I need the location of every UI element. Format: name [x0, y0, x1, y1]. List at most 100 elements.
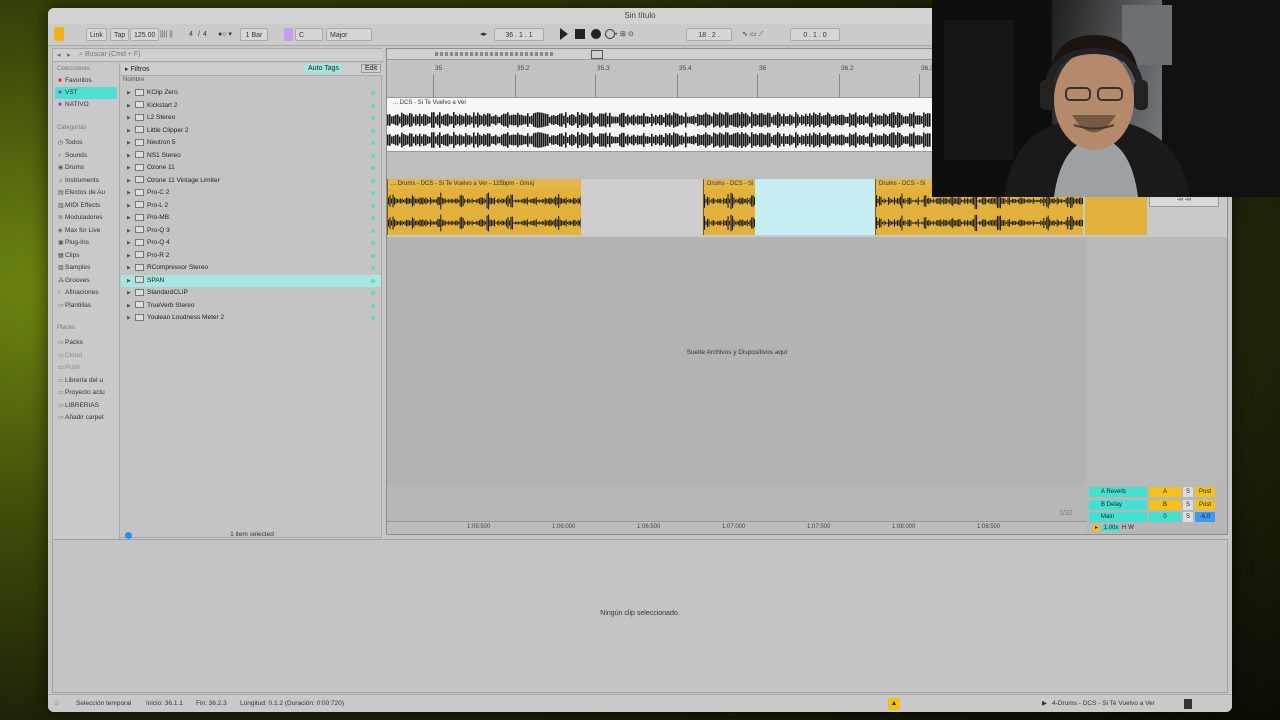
collection-vst[interactable]: ■ VST	[55, 87, 117, 99]
return-track-2[interactable]: Main 0 S -6.0	[1087, 511, 1227, 523]
stop-icon[interactable]	[575, 29, 585, 39]
record-icon[interactable]	[591, 29, 601, 39]
category-11[interactable]: ⁂Grooves	[55, 275, 117, 287]
link-button[interactable]: Link	[86, 28, 107, 41]
category-6[interactable]: ≋ Moduladores	[55, 212, 117, 224]
collection-favorites[interactable]: ■ Favoritos	[55, 75, 117, 87]
edit-button[interactable]: Edit	[361, 64, 382, 73]
drums-clip-2[interactable]: Drums - DCS - Si	[703, 179, 755, 235]
browser-item[interactable]: ▶ StandardCLIP	[121, 287, 381, 300]
post-button[interactable]: -6.0	[1195, 512, 1215, 522]
follow-icon[interactable]: ◂▸	[480, 28, 487, 41]
arrangement-position[interactable]: 36 . 1 . 1	[494, 28, 544, 41]
collection-nativo[interactable]: ■ NATIVO	[55, 99, 117, 111]
warning-icon[interactable]: ▲	[888, 698, 900, 710]
solo-button[interactable]: S	[1183, 512, 1193, 522]
signature-denominator[interactable]: 4	[200, 28, 210, 41]
solo-button[interactable]: S	[1183, 487, 1193, 497]
loop-start-field[interactable]: 18 . 2 .	[686, 28, 732, 41]
time-ruler[interactable]: 1:05:500 1:06:000 1:06:500 1:07:000 1:07:500…	[387, 521, 1087, 534]
info-icon[interactable]	[125, 532, 132, 539]
browser-item[interactable]: ▶ Youlean Loudness Meter 2	[121, 312, 381, 325]
place-0[interactable]: ▭Packs	[55, 337, 117, 349]
place-1[interactable]: ▭Cloud	[55, 350, 117, 362]
expand-arrow-icon[interactable]: ▶	[127, 187, 135, 200]
metro-bars-icon[interactable]: |||| ||	[160, 28, 173, 41]
tap-button[interactable]: Tap	[110, 28, 130, 41]
browser-item[interactable]: ▶ Pro-Q 4	[121, 237, 381, 250]
return-activator[interactable]: A	[1149, 487, 1181, 497]
expand-arrow-icon[interactable]: ▶	[127, 175, 135, 188]
expand-arrow-icon[interactable]: ▶	[127, 250, 135, 263]
expand-arrow-icon[interactable]: ▶	[127, 112, 135, 125]
expand-arrow-icon[interactable]: ▶	[127, 200, 135, 213]
forward-icon[interactable]: ▸	[67, 51, 71, 59]
browser-item[interactable]: ▶ Little Clipper 2	[121, 125, 381, 138]
category-8[interactable]: ▣Plug-Ins	[55, 237, 117, 249]
scale-mode-icon[interactable]	[284, 28, 293, 41]
tempo-field[interactable]: 125.00	[130, 28, 160, 41]
category-10[interactable]: ▧Samples	[55, 262, 117, 274]
metronome-icon[interactable]: ●○ ▾	[218, 28, 232, 41]
auto-tags-button[interactable]: Auto Tags	[305, 64, 343, 73]
solo-button[interactable]: S	[1183, 499, 1193, 510]
expand-arrow-icon[interactable]: ▶	[127, 212, 135, 225]
return-activator[interactable]: 0	[1149, 512, 1181, 522]
signature-numerator[interactable]: 4	[186, 28, 196, 41]
scale-select[interactable]: Major	[326, 28, 372, 41]
browser-item[interactable]: ▶ Pro-MB	[121, 212, 381, 225]
back-icon[interactable]: ◂	[57, 51, 61, 59]
place-6[interactable]: ▭Añadir carpet	[55, 412, 117, 424]
return-activator[interactable]: B	[1149, 499, 1181, 510]
expand-arrow-icon[interactable]: ▶	[127, 262, 135, 275]
browser-item[interactable]: ▶ Pro-C 2	[121, 187, 381, 200]
expand-arrow-icon[interactable]: ▶	[127, 87, 135, 100]
expand-arrow-icon[interactable]: ▶	[127, 125, 135, 138]
category-5[interactable]: ▥MIDI Effects	[55, 200, 117, 212]
expand-arrow-icon[interactable]: ▶	[127, 287, 135, 300]
category-1[interactable]: ♪ Sounds	[55, 150, 117, 162]
place-5[interactable]: ▭LIBRERIAS	[55, 400, 117, 412]
post-button[interactable]: Post	[1195, 499, 1215, 510]
browser-item[interactable]: ▶ Neutron 5	[121, 137, 381, 150]
expand-arrow-icon[interactable]: ▶	[127, 275, 135, 288]
play-track-icon[interactable]: ▶	[1042, 695, 1047, 712]
expand-arrow-icon[interactable]: ▶	[127, 162, 135, 175]
app-menu-icon[interactable]	[54, 27, 64, 41]
play-icon[interactable]	[560, 28, 568, 40]
category-9[interactable]: ▦Clips	[55, 250, 117, 262]
key-select[interactable]: C	[295, 28, 323, 41]
grid-setting[interactable]: 1/32	[1059, 510, 1073, 517]
category-12[interactable]: ♮ Afinaciones	[55, 287, 117, 299]
loop-length-field[interactable]: 0 . 1 . 0	[790, 28, 840, 41]
zoom-controls[interactable]: ▸ 1.00x H W	[1093, 524, 1134, 531]
expand-arrow-icon[interactable]: ▶	[127, 137, 135, 150]
return-name[interactable]: Main	[1089, 512, 1147, 522]
expand-arrow-icon[interactable]: ▶	[127, 237, 135, 250]
return-name[interactable]: B Delay	[1089, 499, 1147, 510]
browser-item[interactable]: ▶ Pro-L 2	[121, 200, 381, 213]
fold-icon[interactable]: ▸	[1093, 525, 1101, 531]
filters-toggle[interactable]: ▸ Filtros	[125, 65, 150, 73]
browser-item[interactable]: ▶ Ozone 11	[121, 162, 381, 175]
category-7[interactable]: ◈ Max for Live	[55, 225, 117, 237]
post-button[interactable]: Post	[1195, 487, 1215, 497]
browser-item[interactable]: ▶ SPAN	[121, 274, 381, 288]
return-track-0[interactable]: A Reverb A S Post	[1087, 486, 1227, 498]
drums-clip-1[interactable]: ... Drums - DCS - Si Te Vuelvo a Ver - 1…	[387, 179, 581, 235]
quantize-select[interactable]: 1 Bar	[240, 28, 268, 41]
place-3[interactable]: ▭Librería del u	[55, 375, 117, 387]
expand-arrow-icon[interactable]: ▶	[127, 150, 135, 163]
category-2[interactable]: ◉ Drums	[55, 162, 117, 174]
expand-arrow-icon[interactable]: ▶	[127, 312, 135, 325]
browser-item[interactable]: ▶ RCompressor Stereo	[121, 262, 381, 275]
browser-item[interactable]: ▶ Pro-Q 3	[121, 225, 381, 238]
browser-item[interactable]: ▶ TrueVerb Stereo	[121, 300, 381, 313]
place-4[interactable]: ▭Proyecto actu	[55, 387, 117, 399]
browser-item[interactable]: ▶ Pro-R 2	[121, 250, 381, 263]
browser-item[interactable]: ▶ Ozone 11 Vintage Limiter	[121, 175, 381, 188]
return-track-1[interactable]: B Delay B S Post	[1087, 499, 1227, 511]
draw-mode-icons[interactable]: ∿ ▭ ⟋	[742, 28, 763, 41]
category-13[interactable]: ▭Plantillas	[55, 300, 117, 312]
track1-waveform[interactable]	[387, 110, 931, 150]
